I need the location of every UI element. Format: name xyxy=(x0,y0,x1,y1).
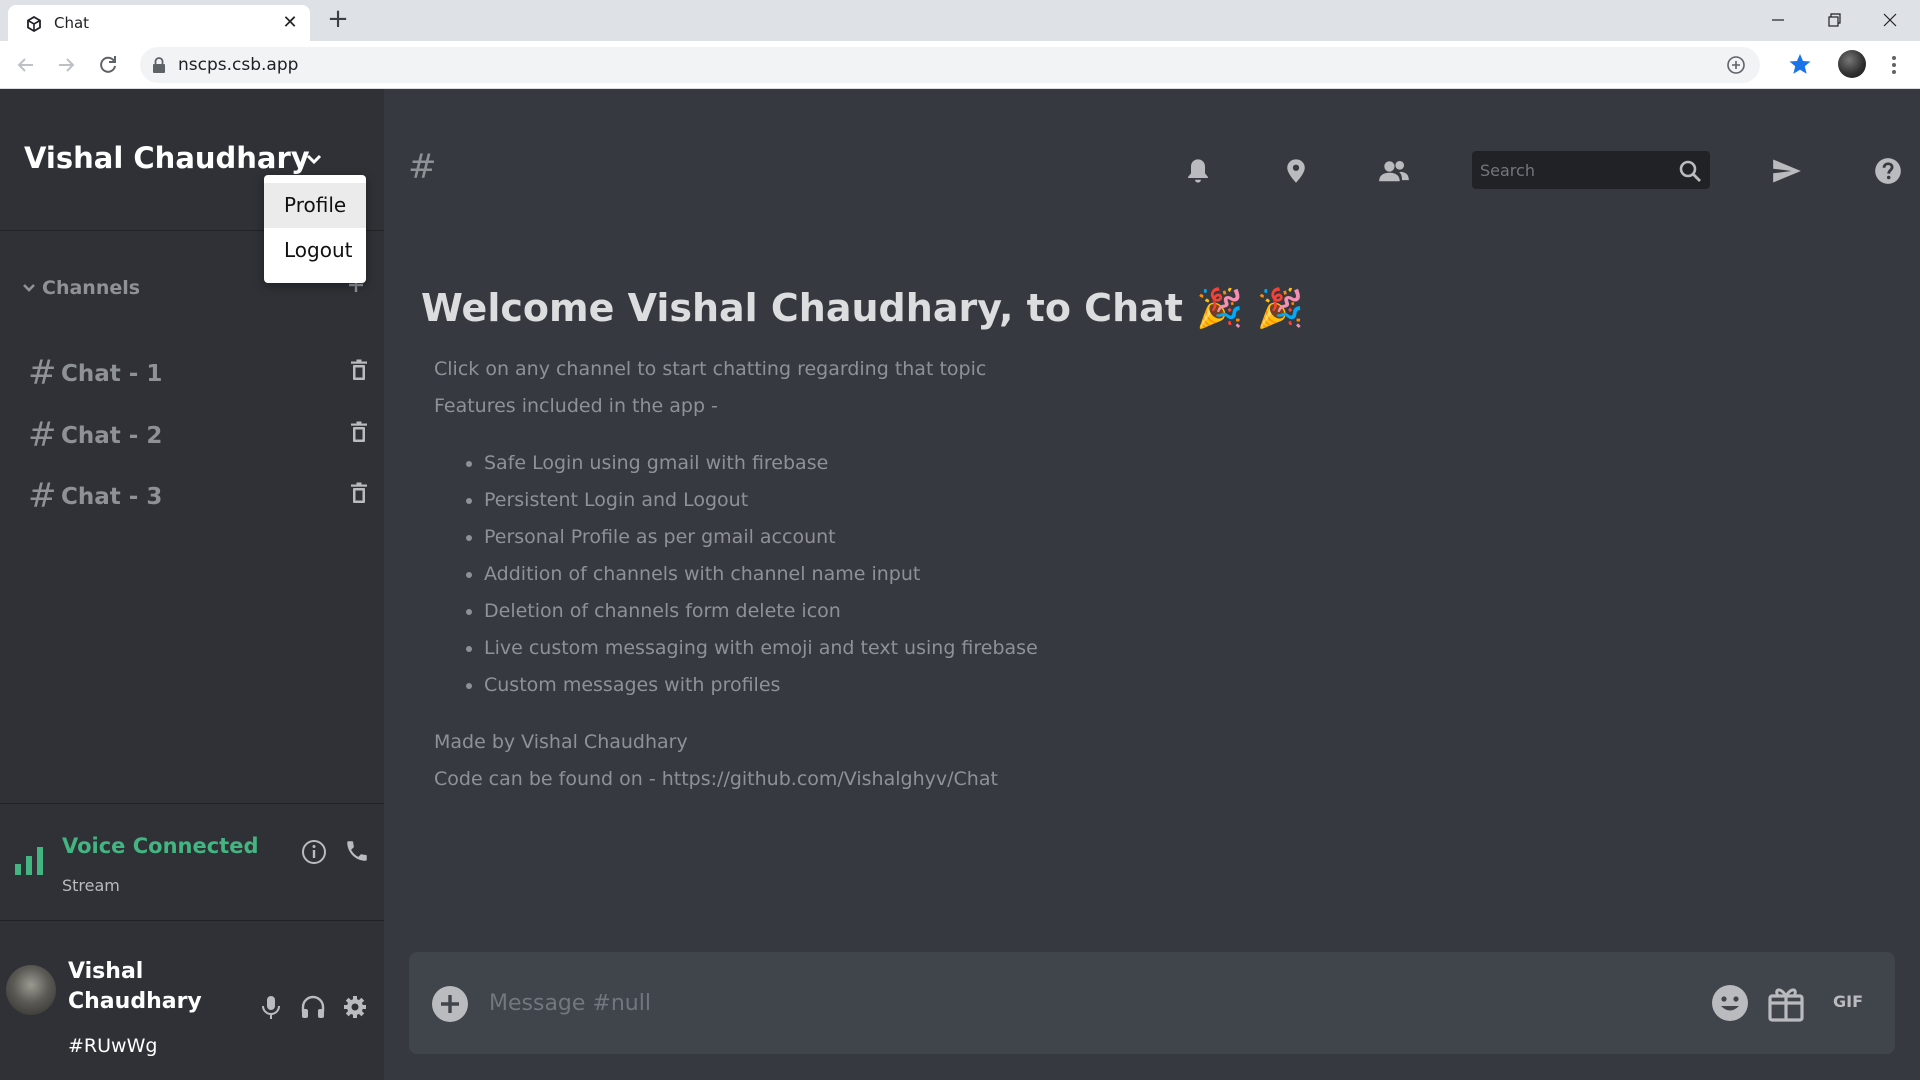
emoji-icon[interactable] xyxy=(1709,982,1751,1024)
list-item: Live custom messaging with emoji and tex… xyxy=(484,633,1038,670)
list-item: Addition of channels with channel name i… xyxy=(484,559,1038,596)
list-item: Personal Profile as per gmail account xyxy=(484,522,1038,559)
list-item: Custom messages with profiles xyxy=(484,670,1038,707)
gift-icon[interactable] xyxy=(1765,982,1807,1024)
restore-icon[interactable] xyxy=(1820,6,1848,34)
help-icon[interactable] xyxy=(1874,157,1902,185)
user-dropdown-menu: Profile Logout xyxy=(264,175,366,283)
user-panel: Vishal Chaudhary #RUwWg xyxy=(0,921,384,1080)
hash-icon: # xyxy=(28,415,57,455)
voice-status: Voice Connected xyxy=(62,834,259,858)
send-icon[interactable] xyxy=(1772,157,1802,185)
voice-subtitle: Stream xyxy=(62,876,120,895)
reload-icon[interactable] xyxy=(96,53,120,77)
dropdown-item-profile[interactable]: Profile xyxy=(264,183,366,228)
microphone-icon[interactable] xyxy=(258,993,284,1021)
message-input[interactable] xyxy=(489,980,1649,1026)
made-by-text: Made by Vishal Chaudhary xyxy=(434,731,688,753)
notification-bell-icon[interactable] xyxy=(1184,157,1212,185)
tab-title: Chat xyxy=(54,14,90,32)
channel-name: Chat - 3 xyxy=(61,484,163,510)
channel-item[interactable]: # Chat - 1 xyxy=(0,349,384,399)
voice-panel: Voice Connected Stream xyxy=(0,803,384,921)
codesandbox-favicon-icon xyxy=(27,16,41,32)
signal-icon xyxy=(15,847,43,875)
back-icon[interactable] xyxy=(14,53,38,77)
forward-icon[interactable] xyxy=(54,53,78,77)
search-input[interactable] xyxy=(1472,151,1672,189)
welcome-heading: Welcome Vishal Chaudhary, to Chat 🎉 🎉 xyxy=(421,286,1305,330)
chat-header: # xyxy=(384,89,1920,209)
chevron-down-icon[interactable] xyxy=(302,147,326,171)
info-icon[interactable] xyxy=(300,838,328,866)
list-item: Persistent Login and Logout xyxy=(484,485,1038,522)
settings-gear-icon[interactable] xyxy=(342,993,368,1021)
address-bar[interactable]: nscps.csb.app xyxy=(140,47,1760,83)
search-box xyxy=(1472,151,1710,189)
url-text: nscps.csb.app xyxy=(178,55,299,75)
members-icon[interactable] xyxy=(1378,157,1410,185)
pin-icon[interactable] xyxy=(1282,157,1310,185)
phone-icon[interactable] xyxy=(344,838,370,864)
search-icon[interactable] xyxy=(1678,159,1702,183)
list-item: Safe Login using gmail with firebase xyxy=(484,448,1038,485)
server-name[interactable]: Vishal Chaudhary xyxy=(24,141,310,175)
hash-icon: # xyxy=(28,353,57,393)
minimize-icon[interactable] xyxy=(1764,6,1792,34)
bookmark-star-icon[interactable] xyxy=(1788,52,1812,76)
tab-close-icon[interactable]: ✕ xyxy=(280,13,300,33)
delete-channel-icon[interactable] xyxy=(350,482,368,504)
channel-hash-icon: # xyxy=(408,147,437,187)
features-list: Safe Login using gmail with firebase Per… xyxy=(460,448,1038,707)
delete-channel-icon[interactable] xyxy=(350,421,368,443)
delete-channel-icon[interactable] xyxy=(350,359,368,381)
features-intro: Features included in the app - xyxy=(434,395,718,417)
intro-text: Click on any channel to start chatting r… xyxy=(434,358,987,380)
browser-toolbar: nscps.csb.app xyxy=(0,41,1920,89)
browser-tab-bar: Chat ✕ + xyxy=(0,0,1920,41)
lock-icon xyxy=(153,57,165,73)
list-item: Deletion of channels form delete icon xyxy=(484,596,1038,633)
user-avatar[interactable] xyxy=(6,965,56,1015)
browser-profile-avatar[interactable] xyxy=(1838,50,1866,78)
browser-tab[interactable]: Chat ✕ xyxy=(8,5,310,41)
dropdown-item-logout[interactable]: Logout xyxy=(264,228,366,273)
channel-name: Chat - 1 xyxy=(61,361,163,387)
headphones-icon[interactable] xyxy=(300,993,326,1021)
more-options-icon[interactable] xyxy=(1884,53,1904,77)
code-link-text: Code can be found on - https://github.co… xyxy=(434,768,998,790)
window-close-icon[interactable] xyxy=(1876,6,1904,34)
hash-icon: # xyxy=(28,476,57,516)
channels-label: Channels xyxy=(42,277,141,299)
channel-name: Chat - 2 xyxy=(61,423,163,449)
chevron-down-icon[interactable] xyxy=(20,279,38,297)
gif-button[interactable]: GIF xyxy=(1833,992,1863,1011)
add-attachment-icon[interactable] xyxy=(431,985,469,1023)
message-composer: GIF xyxy=(409,952,1895,1054)
user-name: Vishal Chaudhary xyxy=(68,959,202,1014)
install-app-icon[interactable] xyxy=(1726,55,1746,75)
channel-item[interactable]: # Chat - 3 xyxy=(0,472,384,522)
channel-item[interactable]: # Chat - 2 xyxy=(0,411,384,461)
new-tab-icon[interactable]: + xyxy=(326,6,350,32)
user-tag: #RUwWg xyxy=(68,1035,158,1057)
